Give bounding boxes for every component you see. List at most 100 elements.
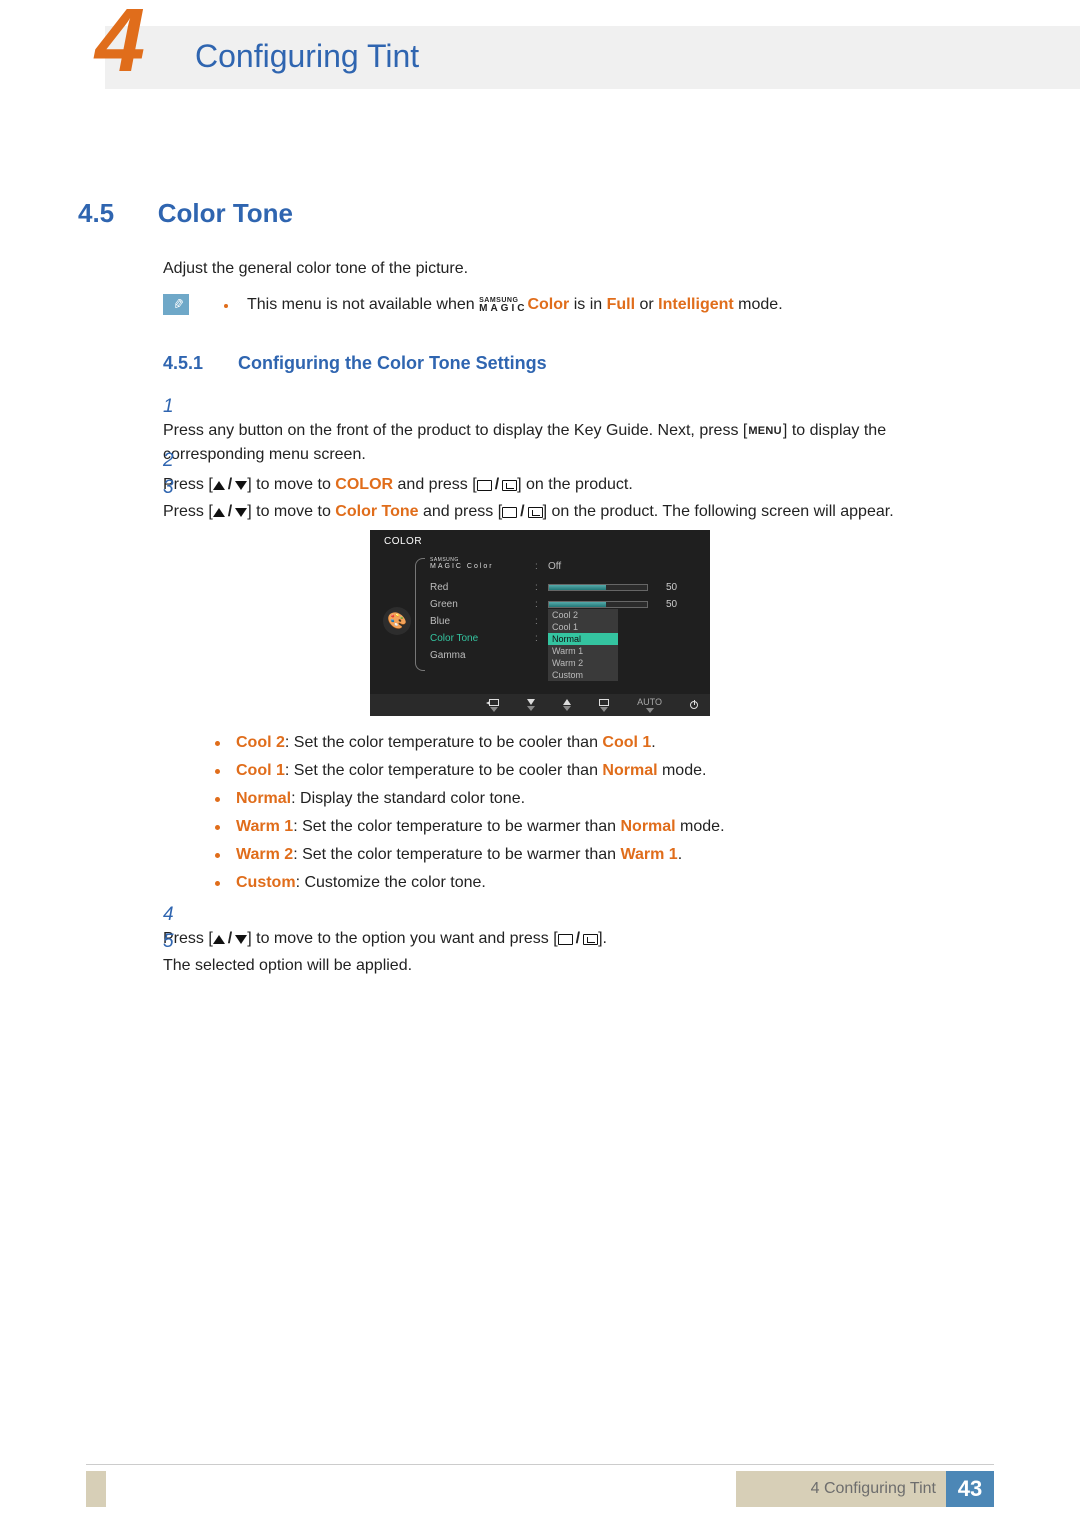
explain-ref: Warm 1 (620, 846, 677, 863)
subsection-number: 4.5.1 (163, 353, 233, 374)
footer-stub (86, 1471, 106, 1507)
explain-warm1: Warm 1: Set the color temperature to be … (212, 814, 985, 840)
osd-foot-power-icon (690, 701, 698, 710)
osd-options-list: Cool 2 Cool 1 Normal Warm 1 Warm 2 Custo… (548, 609, 618, 681)
explain-text: : Set the color temperature to be cooler… (285, 734, 603, 751)
osd-option-normal: Normal (548, 633, 618, 645)
step-text: ] on the product. The following screen w… (543, 503, 894, 520)
explain-normal: Normal: Display the standard color tone. (212, 786, 985, 812)
explain-term: Cool 1 (236, 762, 285, 779)
step-text: The selected option will be applied. (163, 954, 955, 978)
osd-foot-back-icon (489, 699, 499, 712)
explain-text: . (651, 734, 655, 751)
explain-ref: Cool 1 (602, 734, 651, 751)
explain-text: mode. (658, 762, 707, 779)
colortone-keyword: Color Tone (335, 503, 418, 520)
step-5: 5 The selected option will be applied. (163, 930, 985, 978)
step-text: Press any button on the front of the pro… (163, 422, 747, 439)
osd-item-blue: Blue (420, 613, 530, 630)
step-number: 4 (163, 903, 193, 927)
osd-foot-down-icon (527, 699, 535, 711)
chapter-number: 4 (95, 0, 142, 93)
osd-foot-up-icon (563, 699, 571, 711)
footer-chapter-label: 4 Configuring Tint (736, 1471, 946, 1507)
note-icon (163, 294, 189, 315)
osd-foot-enter-icon (599, 699, 609, 712)
footer-divider (86, 1464, 994, 1465)
osd-title: COLOR (384, 536, 422, 547)
explain-ref: Normal (602, 762, 657, 779)
osd-footer-buttons: AUTO (370, 694, 710, 716)
up-down-icon: / (213, 500, 247, 524)
osd-item-gamma: Gamma (420, 647, 530, 664)
option-explanations: Cool 2: Set the color temperature to be … (212, 730, 985, 898)
note-text: This menu is not available when SAMSUNGM… (247, 296, 783, 314)
explain-term: Custom (236, 874, 296, 891)
note-color-word: Color (527, 296, 569, 313)
note-post: mode. (734, 296, 783, 313)
explain-term: Cool 2 (236, 734, 285, 751)
osd-screenshot: COLOR 🎨 SAMSUNGMAGIC Color Red Green Blu… (370, 530, 710, 716)
osd-colons: ::::: (535, 558, 538, 647)
section-title: Color Tone (158, 198, 293, 228)
explain-text: : Set the color temperature to be warmer… (293, 818, 620, 835)
osd-item-green: Green (420, 596, 530, 613)
explain-term: Warm 2 (236, 846, 293, 863)
osd-value-off: Off (548, 561, 561, 572)
magic-text: MAGIC (479, 305, 527, 313)
explain-text: . (678, 846, 682, 863)
step-text: Press [ (163, 503, 213, 520)
note-pre: This menu is not available when (247, 296, 479, 313)
osd-option-cool2: Cool 2 (548, 609, 618, 621)
chapter-title: Configuring Tint (195, 38, 419, 75)
footer-page-number: 43 (946, 1471, 994, 1507)
step-number: 5 (163, 930, 193, 954)
subsection-heading: 4.5.1 Configuring the Color Tone Setting… (163, 353, 547, 374)
note-full: Full (607, 296, 635, 313)
osd-item-red: Red (420, 579, 530, 596)
explain-text: : Display the standard color tone. (291, 790, 525, 807)
note-or: or (635, 296, 658, 313)
explain-warm2: Warm 2: Set the color temperature to be … (212, 842, 985, 868)
osd-foot-auto: AUTO (637, 697, 662, 713)
step-text: and press [ (419, 503, 503, 520)
section-number: 4.5 (78, 198, 153, 229)
osd-item-colortone: Color Tone (420, 630, 530, 647)
samsung-magic-label: SAMSUNGMAGIC (479, 297, 527, 313)
palette-icon: 🎨 (383, 607, 411, 635)
section-intro: Adjust the general color tone of the pic… (163, 260, 468, 278)
osd-slider-value: 50 (666, 596, 677, 613)
explain-text: : Set the color temperature to be warmer… (293, 846, 620, 863)
explain-term: Warm 1 (236, 818, 293, 835)
menu-button-icon: MENU (747, 419, 783, 443)
bullet-icon (224, 304, 228, 308)
note-mid: is in (569, 296, 606, 313)
step-number: 1 (163, 395, 193, 419)
explain-term: Normal (236, 790, 291, 807)
explain-text: : Customize the color tone. (296, 874, 486, 891)
enter-source-icon: / (502, 500, 542, 524)
note-intelligent: Intelligent (658, 296, 734, 313)
subsection-title: Configuring the Color Tone Settings (238, 353, 547, 373)
step-text: ] to move to (247, 503, 335, 520)
osd-magic-color-text: Color (467, 563, 494, 570)
explain-text: mode. (676, 818, 725, 835)
explain-cool2: Cool 2: Set the color temperature to be … (212, 730, 985, 756)
osd-menu-list: SAMSUNGMAGIC Color Red Green Blue Color … (420, 558, 530, 664)
step-number: 2 (163, 449, 193, 473)
section-heading: 4.5 Color Tone (78, 198, 293, 229)
osd-slider-value: 50 (666, 579, 677, 596)
osd-values: Off 50 50 Cool 2 Cool 1 Normal Warm 1 Wa… (548, 558, 693, 613)
osd-magic-text: MAGIC (430, 563, 463, 570)
osd-option-warm1: Warm 1 (548, 645, 618, 657)
osd-option-warm2: Warm 2 (548, 657, 618, 669)
step-number: 3 (163, 476, 193, 500)
osd-option-cool1: Cool 1 (548, 621, 618, 633)
step-3: 3 Press [/] to move to Color Tone and pr… (163, 476, 985, 524)
osd-slider-red (548, 584, 648, 591)
osd-option-custom: Custom (548, 669, 618, 681)
explain-text: : Set the color temperature to be cooler… (285, 762, 603, 779)
explain-custom: Custom: Customize the color tone. (212, 870, 985, 896)
explain-cool1: Cool 1: Set the color temperature to be … (212, 758, 985, 784)
osd-item-magic-color: SAMSUNGMAGIC Color (420, 558, 530, 575)
